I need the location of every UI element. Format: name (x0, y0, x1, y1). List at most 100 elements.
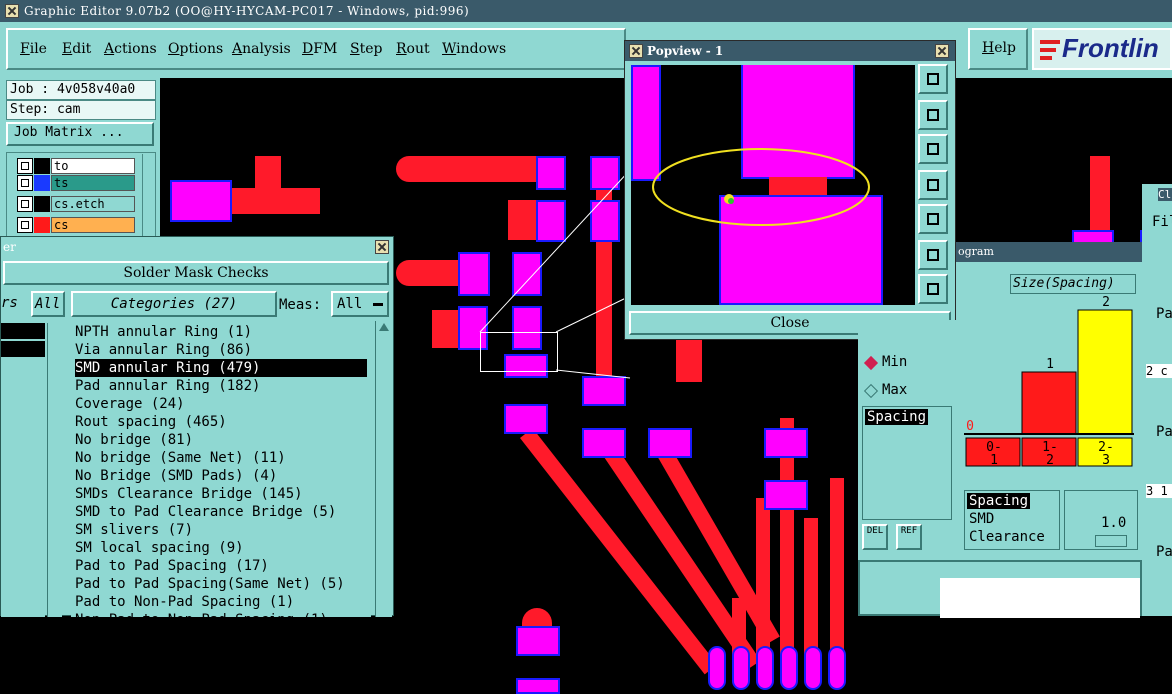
category-item[interactable]: NPTH annular Ring (1) (75, 323, 252, 341)
right-panel-field: 2 c (1146, 364, 1172, 378)
category-item[interactable]: Coverage (24) (75, 395, 185, 413)
close-icon[interactable] (935, 44, 949, 58)
pan-down-icon[interactable] (918, 134, 948, 164)
right-panel-pa: Pa (1156, 424, 1172, 440)
pan-right-icon[interactable] (918, 204, 948, 234)
max-radio-icon[interactable] (863, 383, 879, 399)
histogram-bin-label: 2 (1046, 453, 1054, 468)
categories-button[interactable]: Categories (27) (71, 291, 277, 317)
solder-mask-window: er Solder Mask Checks rs All Categories … (0, 236, 394, 617)
meas-select[interactable]: All (331, 291, 389, 317)
threshold-slider[interactable]: 1.0 (1064, 490, 1138, 550)
layer-row-to[interactable]: to (17, 158, 135, 174)
help-label: Help (982, 40, 1016, 56)
del-button[interactable]: DEL (862, 524, 888, 550)
layer-color-swatch (34, 158, 50, 174)
step-name: Step: cam (6, 100, 156, 120)
category-item[interactable]: SM slivers (7) (75, 521, 193, 539)
category-item[interactable]: Non-Pad to Non-Pad Spacing (1) (75, 611, 328, 617)
pan-up-icon[interactable] (918, 100, 948, 130)
menu-options[interactable]: Options (168, 41, 223, 57)
histogram-title: ogram (958, 245, 994, 258)
menu-bar: File Edit Actions Options Analysis DFM S… (6, 28, 626, 70)
category-scrollbar[interactable] (375, 321, 392, 617)
popview-canvas[interactable] (631, 65, 915, 305)
category-item[interactable]: Pad to Pad Spacing (17) (75, 557, 269, 575)
category-list: NPTH annular Ring (1) Via annular Ring (… (71, 321, 371, 617)
category-item-selected[interactable]: SMD annular Ring (479) (75, 359, 367, 377)
category-item[interactable]: Pad to Non-Pad Spacing (1) (75, 593, 294, 611)
histogram-bin-label: 1 (990, 453, 998, 468)
category-item[interactable]: Via annular Ring (86) (75, 341, 252, 359)
move-icon[interactable] (918, 274, 948, 304)
smd-option[interactable]: SMD (969, 511, 994, 527)
menu-edit[interactable]: Edit (62, 41, 91, 57)
layer-row-ts[interactable]: ts (17, 175, 135, 191)
meas-label: Meas: (279, 297, 322, 313)
category-item[interactable]: No Bridge (SMD Pads) (4) (75, 467, 277, 485)
category-item[interactable]: SMDs Clearance Bridge (145) (75, 485, 303, 503)
category-item[interactable]: Rout spacing (465) (75, 413, 227, 431)
right-panel: Cl Fil Pa 2 c Pa 3 1 Pa (1142, 184, 1172, 616)
filter-all-button[interactable]: All (31, 291, 65, 317)
category-item[interactable]: SM local spacing (9) (75, 539, 244, 557)
solder-mask-titlebar: er (1, 237, 393, 257)
solder-mask-header: Solder Mask Checks (3, 261, 389, 285)
layer-checkbox[interactable] (17, 158, 33, 174)
category-item[interactable]: SMD to Pad Clearance Bridge (5) (75, 503, 336, 521)
solder-mask-title: er (3, 240, 16, 254)
category-item[interactable]: No bridge (81) (75, 431, 193, 449)
layer-name: cs.etch (51, 196, 135, 212)
layer-scrollbar[interactable] (142, 154, 155, 240)
min-radio-icon[interactable] (863, 355, 879, 371)
layer-checkbox[interactable] (17, 175, 33, 191)
job-matrix-button[interactable]: Job Matrix ... (6, 122, 154, 146)
help-button[interactable]: Help (968, 28, 1028, 70)
zoom-window-icon[interactable] (918, 64, 948, 94)
menu-actions[interactable]: Actions (104, 41, 157, 57)
category-item[interactable]: No bridge (Same Net) (11) (75, 449, 286, 467)
pan-left-icon[interactable] (918, 170, 948, 200)
layer-row-cs[interactable]: cs (17, 217, 135, 233)
menu-file[interactable]: File (20, 41, 47, 57)
size-spacing-label: Size(Spacing) (1010, 274, 1136, 294)
layer-name: to (51, 158, 135, 174)
close-icon[interactable] (375, 240, 389, 254)
clearance-option[interactable]: Clearance (969, 529, 1045, 545)
histogram-bin-label: 3 (1102, 453, 1110, 468)
histogram-bar[interactable] (1077, 309, 1133, 435)
layer-checkbox[interactable] (17, 196, 33, 212)
category-item[interactable]: Pad to Pad Spacing(Same Net) (5) (75, 575, 345, 593)
max-label: Max (882, 382, 908, 398)
spacing-item[interactable]: Spacing (865, 409, 929, 425)
layer-checkbox[interactable] (17, 217, 33, 233)
spacing-option[interactable]: Spacing (967, 493, 1031, 509)
logo-text: Frontlin (1062, 33, 1159, 63)
right-panel-title: Cl (1158, 188, 1172, 201)
zoom-fit-icon[interactable] (918, 240, 948, 270)
ref-button[interactable]: REF (896, 524, 922, 550)
layer-color-swatch (34, 196, 50, 212)
filter-fragment: rs (1, 295, 18, 311)
category-item[interactable]: Pad annular Ring (182) (75, 377, 260, 395)
menu-windows[interactable]: Windows (442, 41, 506, 57)
menu-step[interactable]: Step (350, 41, 382, 57)
window-menu-icon[interactable] (629, 44, 643, 58)
histogram-bar[interactable] (1021, 371, 1077, 435)
mini-list-row (1, 323, 45, 339)
menu-analysis[interactable]: Analysis (232, 41, 291, 57)
popview-title: Popview - 1 (647, 44, 724, 58)
menu-rout[interactable]: Rout (396, 41, 430, 57)
del-label: DEL (866, 526, 884, 536)
menu-dfm[interactable]: DFM (302, 41, 337, 57)
scroll-up-arrow-icon[interactable] (379, 323, 389, 331)
window-menu-icon[interactable] (5, 4, 19, 18)
left-mini-scrollbar[interactable] (47, 323, 62, 617)
layer-color-swatch (34, 175, 50, 191)
right-panel-pa: Pa (1156, 544, 1172, 560)
min-label: Min (882, 354, 908, 370)
layer-row-cs-etch[interactable]: cs.etch (17, 196, 135, 212)
ref-label: REF (900, 526, 918, 536)
job-panel: Job : 4v058v40a0 Step: cam Job Matrix ..… (0, 78, 160, 243)
slider-thumb[interactable] (1095, 535, 1127, 547)
